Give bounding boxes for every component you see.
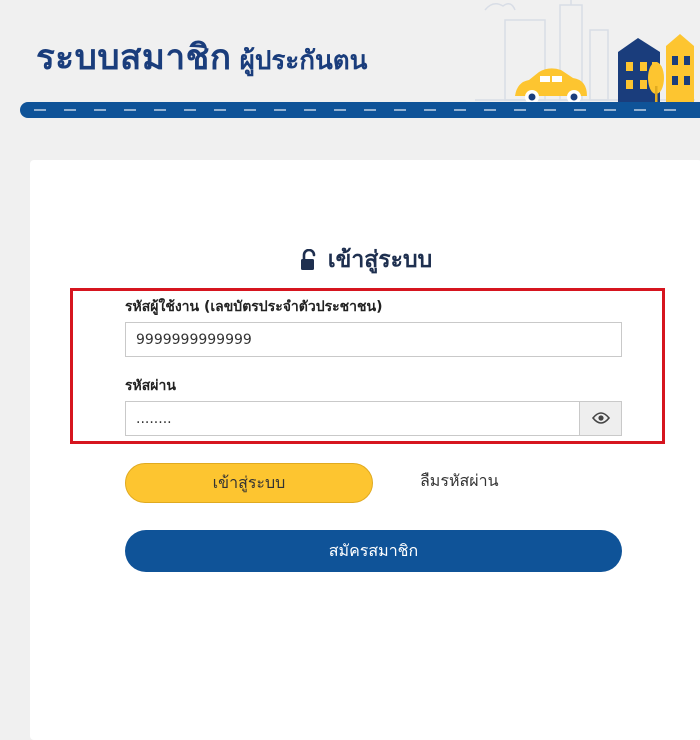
unlock-icon xyxy=(300,249,318,271)
login-heading-text: เข้าสู่ระบบ xyxy=(327,247,433,273)
car-icon xyxy=(515,68,587,104)
site-title-main: ระบบสมาชิก xyxy=(36,38,232,78)
house-icon xyxy=(666,34,694,104)
password-label: รหัสผ่าน xyxy=(125,378,176,394)
login-heading: เข้าสู่ระบบ xyxy=(30,242,700,278)
toggle-password-visibility-button[interactable] xyxy=(579,401,622,436)
username-input[interactable] xyxy=(125,322,622,357)
register-button[interactable]: สมัครสมาชิก xyxy=(125,530,622,572)
forgot-password-link[interactable]: ลืมรหัสผ่าน xyxy=(420,469,499,494)
city-illustration xyxy=(475,0,695,104)
login-card: เข้าสู่ระบบ รหัสผู้ใช้งาน (เลขบัตรประจำต… xyxy=(30,160,700,740)
username-label: รหัสผู้ใช้งาน (เลขบัตรประจำตัวประชาชน) xyxy=(125,299,383,315)
eye-icon xyxy=(591,409,610,428)
page-header: ระบบสมาชิก ผู้ประกันตน xyxy=(0,0,700,120)
password-input[interactable] xyxy=(125,401,580,436)
site-title: ระบบสมาชิก ผู้ประกันตน xyxy=(36,30,367,85)
site-title-sub: ผู้ประกันตน xyxy=(239,46,368,76)
login-button[interactable]: เข้าสู่ระบบ xyxy=(125,463,373,503)
header-road-bar xyxy=(20,102,700,118)
road-dash-line xyxy=(34,109,690,111)
